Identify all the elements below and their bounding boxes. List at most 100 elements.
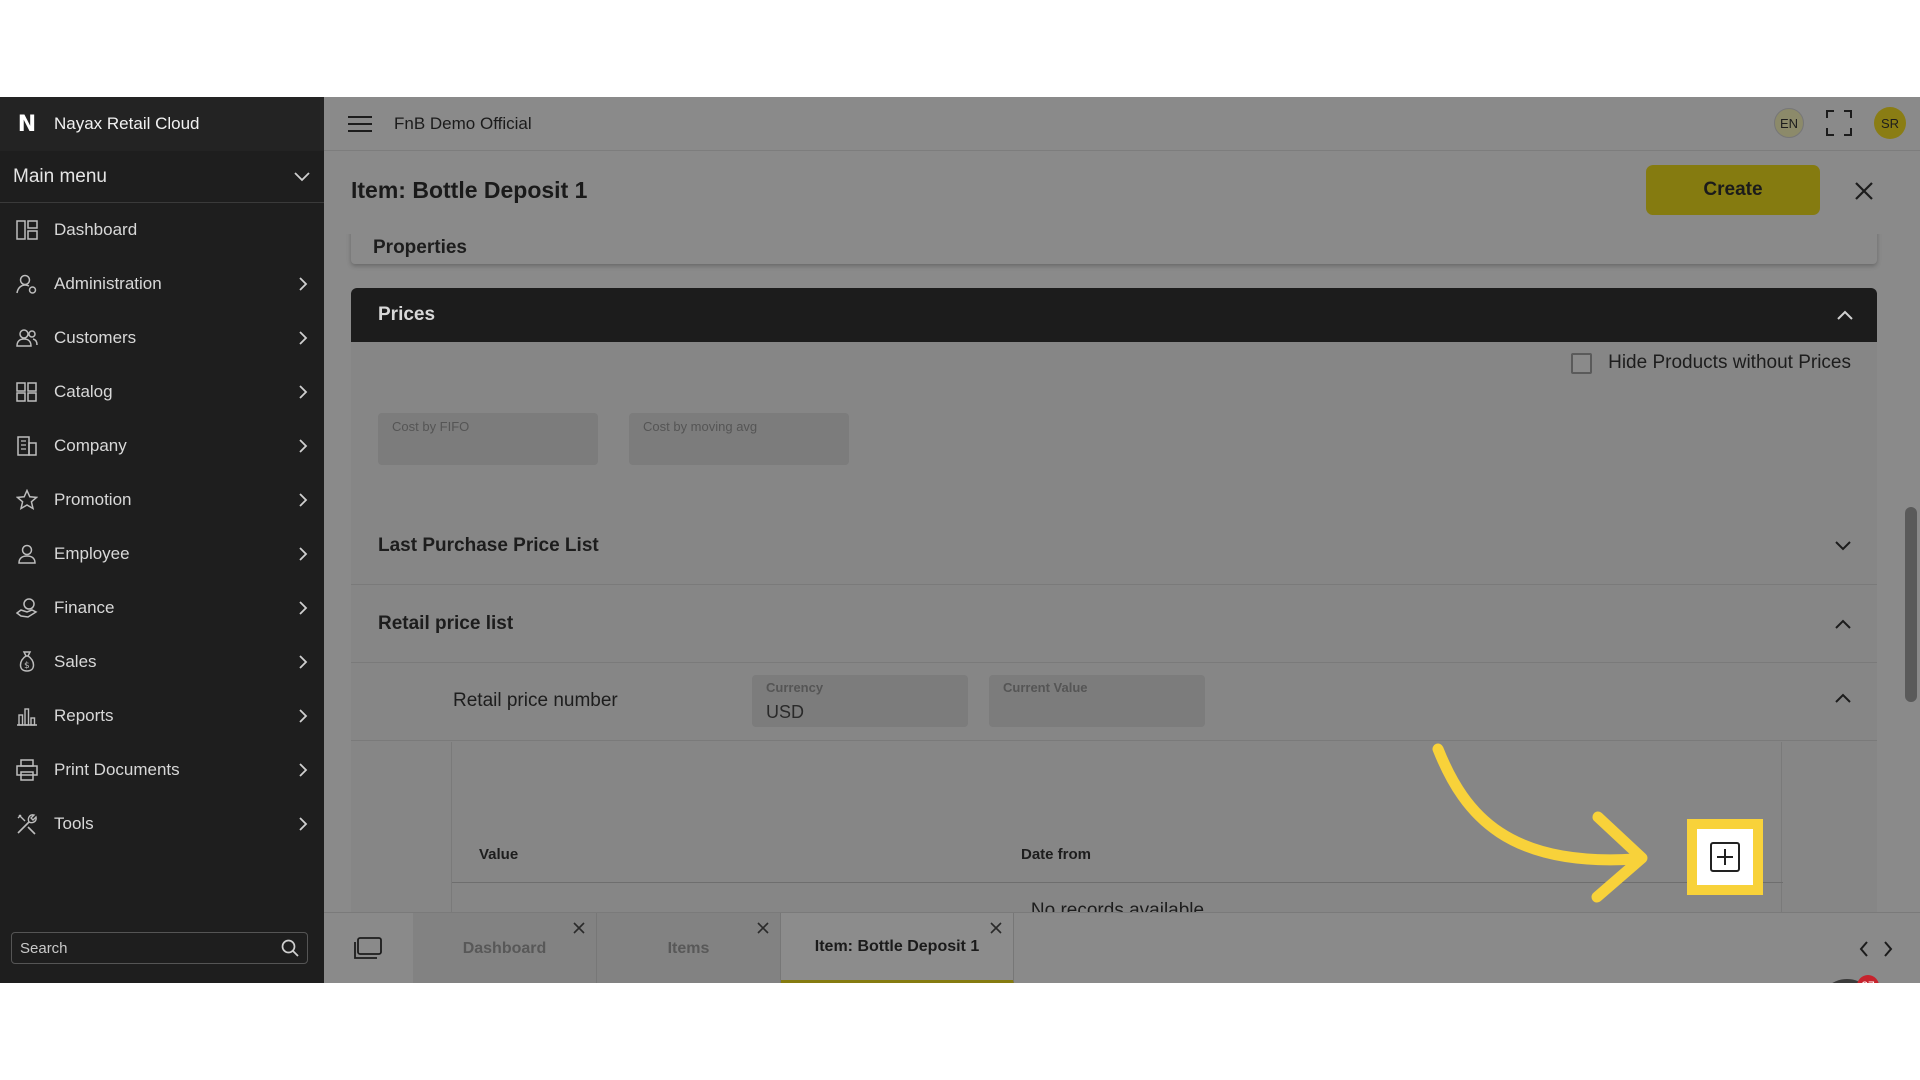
page-title: Item: Bottle Deposit 1: [351, 177, 588, 203]
sidebar-item-label: Promotion: [54, 490, 132, 509]
reports-icon: [16, 705, 38, 727]
hamburger-menu-icon[interactable]: [348, 114, 372, 134]
chevron-right-icon: [296, 385, 310, 399]
sidebar-item-dashboard[interactable]: Dashboard: [0, 203, 324, 257]
retail-price-list-header[interactable]: Retail price list: [351, 585, 1877, 663]
search-icon[interactable]: [281, 939, 299, 957]
sidebar-item-employee[interactable]: Employee: [0, 527, 324, 581]
tab-label: Items: [667, 939, 710, 957]
main-menu-toggle[interactable]: Main menu: [0, 151, 324, 203]
currency-value: USD: [766, 702, 805, 722]
add-row-button[interactable]: [1697, 829, 1753, 885]
user-avatar[interactable]: SR: [1874, 107, 1906, 139]
chevron-left-icon[interactable]: [1859, 940, 1869, 957]
add-row-button-highlight: [1687, 819, 1763, 895]
close-icon[interactable]: [1852, 179, 1876, 203]
chevron-right-icon: [296, 547, 310, 561]
sidebar-item-label: Employee: [54, 544, 130, 563]
promotion-icon: [16, 489, 38, 511]
plus-icon: [1710, 842, 1740, 872]
main-content: Properties Prices Hide Products without …: [324, 234, 1920, 983]
last-purchase-price-list-header[interactable]: Last Purchase Price List: [351, 507, 1877, 585]
company-icon: [16, 435, 38, 457]
tab-label: Item: Bottle Deposit 1: [814, 937, 980, 955]
sidebar-item-label: Finance: [54, 598, 115, 617]
current-value-label: Current Value: [1003, 680, 1088, 695]
retail-price-number-label: Retail price number: [453, 690, 618, 711]
dashboard-icon: [16, 219, 38, 241]
hide-products-checkbox[interactable]: [1571, 352, 1593, 374]
hide-products-label: Hide Products without Prices: [1608, 352, 1851, 373]
brand: N Nayax Retail Cloud: [0, 97, 324, 151]
sidebar-item-sales[interactable]: $ Sales: [0, 635, 324, 689]
brand-name: Nayax Retail Cloud: [54, 114, 200, 133]
tab-item-bottle-deposit[interactable]: Item: Bottle Deposit 1: [781, 913, 1014, 983]
print-documents-icon: [16, 759, 38, 781]
currency-label: Currency: [766, 680, 824, 695]
chevron-right-icon: [296, 277, 310, 291]
chevron-up-icon[interactable]: [1837, 310, 1853, 320]
create-button[interactable]: Create: [1646, 165, 1820, 215]
close-icon[interactable]: [756, 921, 770, 935]
sidebar-item-catalog[interactable]: Catalog: [0, 365, 324, 419]
column-header-value[interactable]: Value: [479, 846, 518, 863]
sidebar-item-promotion[interactable]: Promotion: [0, 473, 324, 527]
hide-products-toggle[interactable]: Hide Products without Prices: [1571, 352, 1851, 374]
topbar: FnB Demo Official EN SR: [324, 97, 1920, 151]
sidebar-item-tools[interactable]: Tools: [0, 797, 324, 851]
catalog-icon: [16, 381, 38, 403]
column-header-date-from[interactable]: Date from: [1021, 846, 1091, 863]
sidebar-item-company[interactable]: Company: [0, 419, 324, 473]
properties-section[interactable]: Properties: [351, 234, 1877, 264]
chevron-up-icon[interactable]: [1835, 693, 1851, 703]
tutorial-arrow-icon: [1432, 743, 1648, 903]
currency-field[interactable]: Currency USD: [752, 675, 968, 727]
sidebar-item-reports[interactable]: Reports: [0, 689, 324, 743]
sidebar-search: [11, 932, 308, 964]
chevron-down-icon[interactable]: [1835, 540, 1851, 551]
language-selector[interactable]: EN: [1774, 108, 1804, 138]
cost-fifo-label: Cost by FIFO: [392, 419, 470, 434]
sidebar-item-label: Sales: [54, 652, 97, 671]
chevron-right-icon: [296, 331, 310, 345]
scrollbar[interactable]: [1905, 507, 1917, 702]
properties-label: Properties: [373, 237, 467, 258]
close-icon[interactable]: [572, 921, 586, 935]
prices-title: Prices: [378, 304, 436, 325]
sidebar-item-label: Tools: [54, 814, 94, 833]
sidebar-item-administration[interactable]: Administration: [0, 257, 324, 311]
fullscreen-icon[interactable]: [1824, 108, 1854, 138]
sidebar-item-label: Catalog: [54, 382, 113, 401]
sidebar: N Nayax Retail Cloud Main menu Dashboard…: [0, 97, 324, 983]
cost-moving-avg-field: Cost by moving avg: [629, 413, 849, 465]
tab-items[interactable]: Items: [597, 913, 781, 983]
chevron-right-icon: [296, 709, 310, 723]
current-value-field[interactable]: Current Value: [989, 675, 1205, 727]
sidebar-item-label: Print Documents: [54, 760, 180, 779]
tab-dashboard[interactable]: Dashboard: [413, 913, 597, 983]
chevron-right-icon[interactable]: [1883, 940, 1893, 957]
organization-name: FnB Demo Official: [394, 113, 532, 133]
chevron-right-icon: [296, 817, 310, 831]
chevron-right-icon: [296, 601, 310, 615]
chevron-right-icon: [296, 763, 310, 777]
sidebar-item-label: Customers: [54, 328, 137, 347]
sidebar-item-label: Company: [54, 436, 127, 455]
prices-header[interactable]: Prices: [351, 288, 1877, 342]
tab-navigation: [1832, 913, 1920, 983]
windows-icon[interactable]: [354, 937, 382, 959]
employee-icon: [16, 543, 38, 565]
sidebar-item-customers[interactable]: Customers: [0, 311, 324, 365]
tab-label: Dashboard: [462, 939, 547, 957]
sidebar-item-finance[interactable]: Finance: [0, 581, 324, 635]
retail-price-list-title: Retail price list: [378, 612, 514, 634]
main-menu-label: Main menu: [13, 165, 107, 187]
close-icon[interactable]: [989, 921, 1003, 935]
retail-price-number-row[interactable]: Retail price number Currency USD Current…: [351, 663, 1877, 741]
chevron-up-icon[interactable]: [1835, 619, 1851, 629]
sidebar-item-print-documents[interactable]: Print Documents: [0, 743, 324, 797]
sidebar-search-input[interactable]: [20, 939, 281, 957]
administration-icon: [16, 273, 38, 295]
svg-text:$: $: [24, 661, 30, 671]
page-header: Item: Bottle Deposit 1 Create: [324, 151, 1920, 234]
